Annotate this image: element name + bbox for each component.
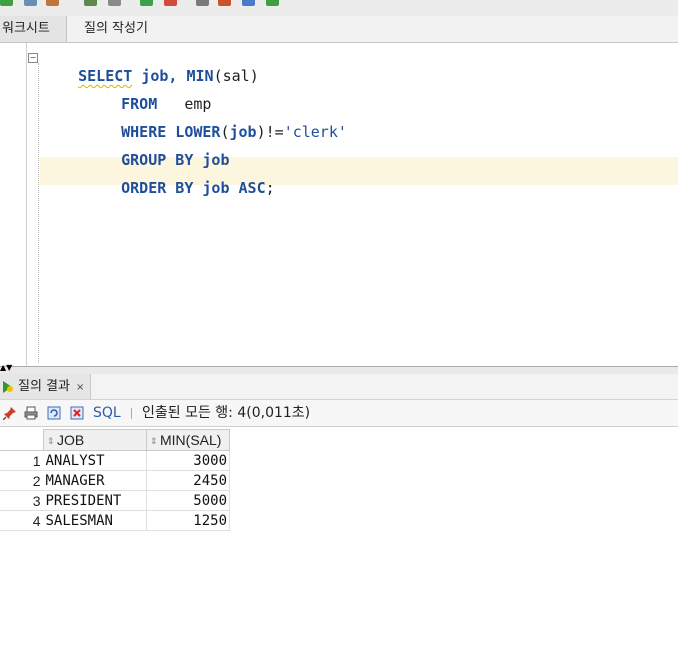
table-row[interactable]: 1 ANALYST 3000	[0, 450, 230, 471]
result-grid: ⇕ JOB ⇕ MIN(SAL) 1 ANALYST 3000 2 MANAGER …	[0, 429, 230, 531]
column-header-job[interactable]: ⇕ JOB	[43, 429, 147, 451]
string-literal: 'clerk'	[283, 123, 347, 141]
autotrace-icon[interactable]	[108, 0, 121, 6]
cell-min-sal[interactable]: 3000	[146, 450, 230, 471]
cell-min-sal[interactable]: 5000	[146, 490, 230, 511]
table-row[interactable]: 4 SALESMAN 1250	[0, 510, 230, 531]
sql-editor[interactable]: − SELECT job, MIN(sal) FROM emp WHERE LO…	[0, 43, 678, 366]
sort-icon[interactable]: ⇕	[47, 436, 55, 447]
tuning-icon[interactable]	[242, 0, 255, 6]
tab-worksheet[interactable]: 워크시트	[0, 16, 67, 42]
row-number: 3	[0, 490, 44, 511]
eraser-icon[interactable]	[164, 0, 177, 6]
format-icon[interactable]	[218, 0, 231, 6]
cell-job[interactable]: MANAGER	[43, 470, 147, 491]
code-text: ;	[265, 179, 275, 197]
row-number: 1	[0, 450, 44, 471]
row-number: 4	[0, 510, 44, 531]
main-toolbar	[0, 0, 678, 17]
splitter-arrows-icon[interactable]: ▲▼	[0, 364, 12, 372]
explain-icon[interactable]	[84, 0, 97, 6]
commit-icon[interactable]	[24, 0, 37, 6]
status-dot-icon	[7, 386, 13, 392]
tab-query-builder[interactable]: 질의 작성기	[78, 16, 154, 42]
clear-icon[interactable]	[140, 0, 153, 6]
cell-job[interactable]: PRESIDENT	[43, 490, 147, 511]
column-header-label: MIN(SAL)	[160, 432, 222, 448]
identifier: job	[229, 123, 257, 141]
code-text: )!=	[256, 123, 284, 141]
grid-header-row: ⇕ JOB ⇕ MIN(SAL)	[0, 429, 230, 451]
column-header-label: JOB	[57, 432, 85, 448]
tab-query-result[interactable]: 질의 결과 ×	[0, 374, 92, 399]
sort-icon[interactable]: ⇕	[150, 436, 158, 447]
code-line-5: ORDER BY job ASC;	[85, 161, 275, 215]
sql-history-icon[interactable]	[196, 0, 209, 6]
cell-job[interactable]: SALESMAN	[43, 510, 147, 531]
rollback-icon[interactable]	[46, 0, 59, 6]
editor-tab-bar: 워크시트 질의 작성기	[0, 16, 678, 43]
cancel-fetch-icon[interactable]	[70, 406, 84, 420]
pin-icon[interactable]	[3, 406, 17, 420]
table-row[interactable]: 3 PRESIDENT 5000	[0, 490, 230, 511]
results-toolbar: SQL 인출된 모든 행: 4(0,011초)	[0, 400, 678, 427]
toolbar-separator	[131, 408, 132, 419]
tab-query-result-label: 질의 결과	[18, 379, 70, 394]
refresh-icon[interactable]	[266, 0, 279, 6]
cell-min-sal[interactable]: 2450	[146, 470, 230, 491]
fetch-status: 인출된 모든 행: 4(0,011초)	[142, 405, 311, 421]
run-icon[interactable]	[0, 0, 13, 6]
sql-link[interactable]: SQL	[93, 400, 121, 426]
keyword: ORDER BY job ASC	[121, 179, 266, 197]
row-number: 2	[0, 470, 44, 491]
table-row[interactable]: 2 MANAGER 2450	[0, 470, 230, 491]
fold-guide	[38, 63, 39, 363]
tab-worksheet-label: 워크시트	[2, 21, 50, 36]
refresh-icon[interactable]	[47, 406, 61, 420]
column-header-min-sal[interactable]: ⇕ MIN(SAL)	[146, 429, 230, 451]
fold-toggle-icon[interactable]: −	[28, 53, 38, 63]
print-icon[interactable]	[24, 406, 38, 420]
gutter-divider	[26, 43, 27, 366]
tab-query-builder-label: 질의 작성기	[84, 21, 148, 36]
code-text: (sal)	[213, 67, 259, 85]
cell-job[interactable]: ANALYST	[43, 450, 147, 471]
results-tab-bar: 질의 결과 ×	[0, 374, 678, 400]
close-icon[interactable]: ×	[76, 382, 84, 393]
cell-min-sal[interactable]: 1250	[146, 510, 230, 531]
row-number-header	[0, 429, 44, 451]
